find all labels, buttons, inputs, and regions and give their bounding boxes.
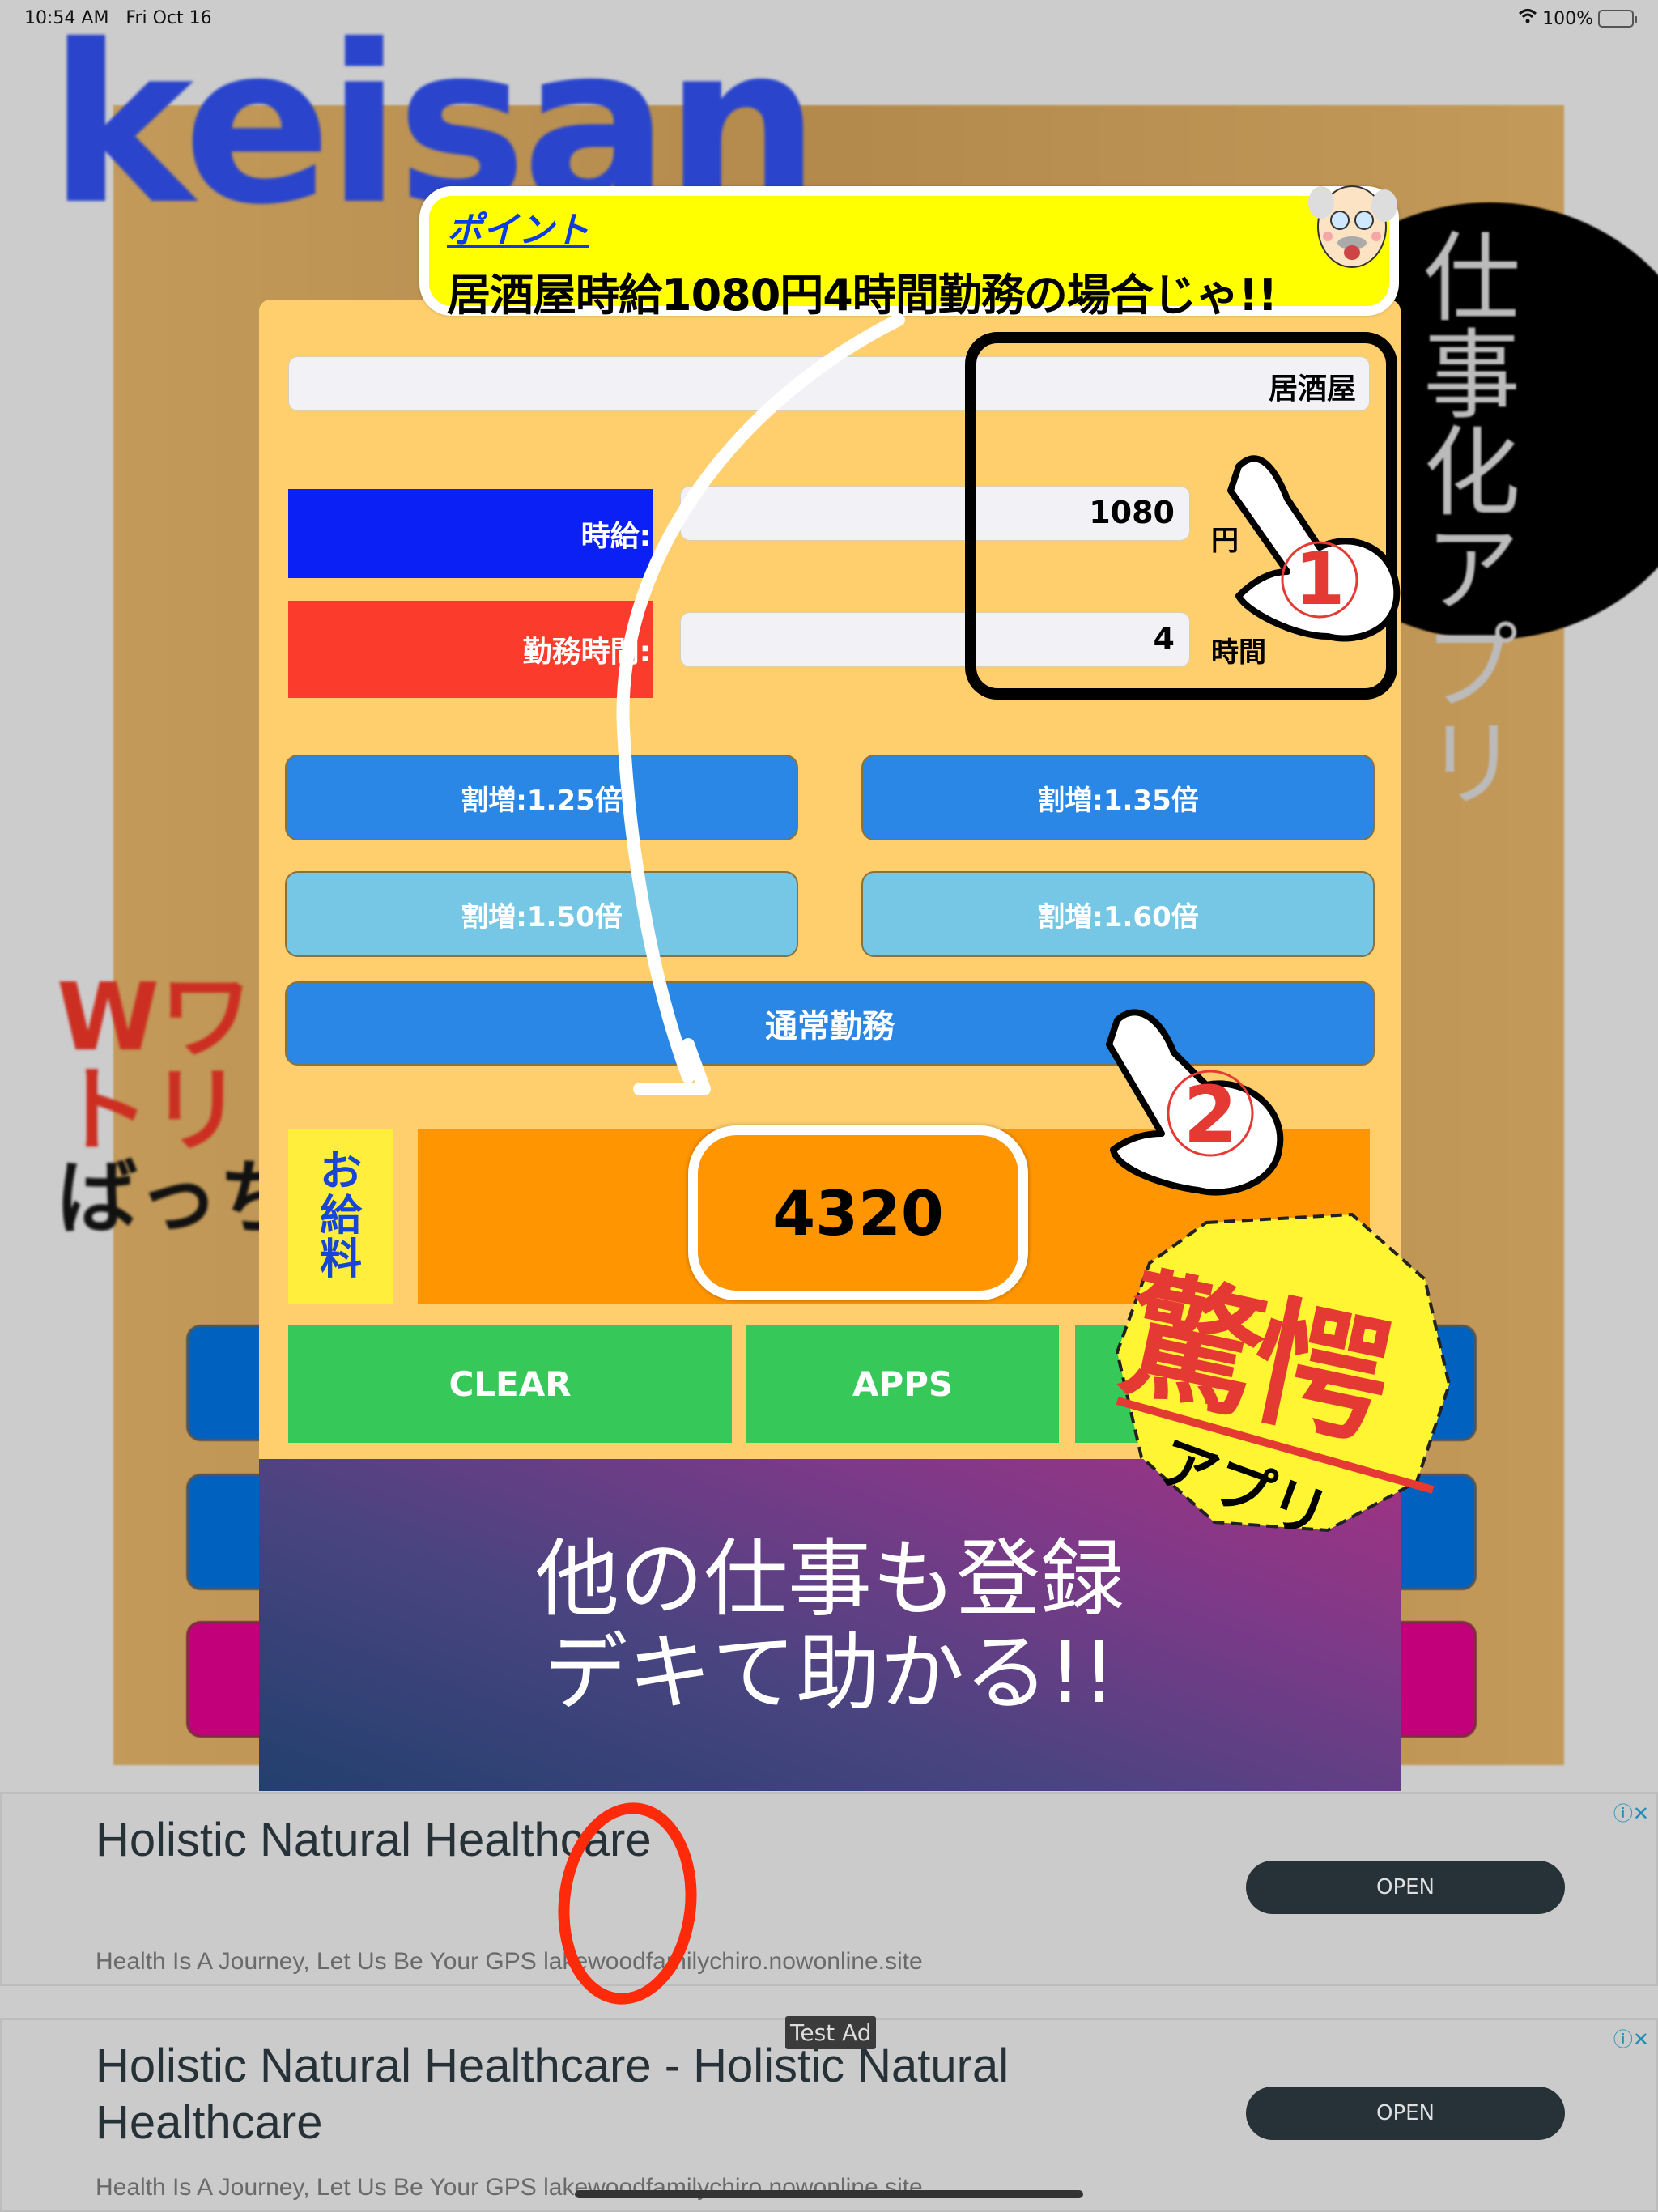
- multiplier-1-35-button[interactable]: 割増:1.35倍: [861, 755, 1375, 840]
- salary-value: 4320: [772, 1176, 944, 1249]
- step-number: 2: [1184, 1070, 1238, 1160]
- multiplier-1-25-button[interactable]: 割増:1.25倍: [285, 755, 798, 840]
- salary-label-char: 給: [319, 1191, 362, 1240]
- ad-info-close-icon[interactable]: ⓘ✕: [1613, 1797, 1649, 1826]
- tip-callout: ポイント 居酒屋時給1080円4時間勤務の場合じゃ!!: [419, 186, 1399, 321]
- old-man-mascot-icon: [1308, 185, 1397, 268]
- ad-description: Health Is A Journey, Let Us Be Your GPS …: [96, 1948, 923, 1975]
- home-indicator[interactable]: [575, 2190, 1083, 2198]
- clear-button[interactable]: CLEAR: [288, 1325, 732, 1443]
- callout-text: 居酒屋時給1080円4時間勤務の場合じゃ!!: [447, 270, 1278, 321]
- ad-info-close-icon[interactable]: ⓘ✕: [1613, 2023, 1649, 2052]
- ad-open-button[interactable]: OPEN: [1246, 2087, 1565, 2140]
- pointing-hand-1-icon: 1: [1227, 455, 1401, 642]
- ad-banner-1[interactable]: Holistic Natural Healthcare Health Is A …: [0, 1792, 1658, 1986]
- salary-label: お 給 料: [288, 1129, 393, 1304]
- callout-title: ポイント: [447, 210, 589, 251]
- test-ad-tag: Test Ad: [785, 2016, 877, 2049]
- salary-label-char: 料: [319, 1236, 362, 1285]
- ad-open-button[interactable]: OPEN: [1246, 1861, 1565, 1914]
- salary-highlight: 4320: [688, 1125, 1028, 1300]
- ad-title[interactable]: Holistic Natural Healthcare - Holistic N…: [96, 2038, 1067, 2150]
- pointing-hand-2-icon: 2: [1106, 1009, 1284, 1196]
- wifi-icon: [1518, 8, 1537, 29]
- battery-icon: [1598, 10, 1637, 28]
- background-circle-text: 仕事化アプリ: [1406, 227, 1519, 810]
- multiplier-1-60-button[interactable]: 割増:1.60倍: [861, 871, 1375, 957]
- multiplier-1-50-button[interactable]: 割増:1.50倍: [285, 871, 798, 957]
- salary-label-char: お: [319, 1147, 362, 1197]
- step-number: 1: [1295, 537, 1346, 622]
- battery-percent: 100%: [1542, 8, 1593, 29]
- wage-label: 時給:: [288, 489, 653, 578]
- status-right: 100%: [1518, 8, 1637, 29]
- apps-button[interactable]: APPS: [746, 1325, 1059, 1443]
- promo-line: デキて助かる!!: [543, 1623, 1116, 1723]
- hours-label: 勤務時間:: [288, 601, 653, 698]
